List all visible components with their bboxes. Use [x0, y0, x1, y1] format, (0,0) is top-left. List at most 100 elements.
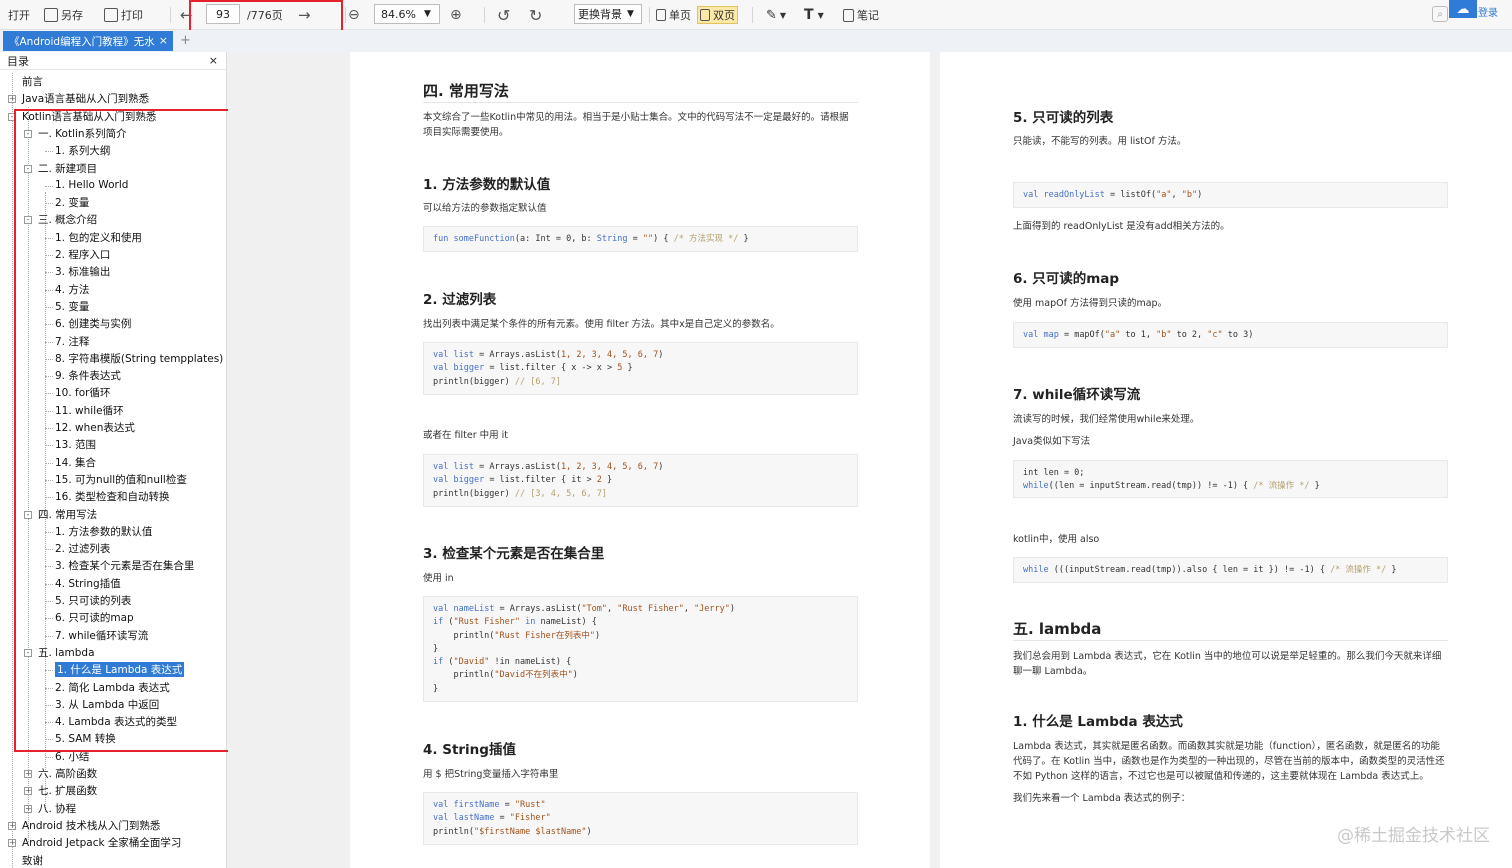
chevron-down-icon: ▼: [627, 9, 634, 19]
single-page-button[interactable]: 单页: [656, 6, 691, 24]
close-sidebar-icon[interactable]: ×: [209, 54, 218, 67]
toc-item-label: 七. 扩展函数: [38, 785, 98, 798]
divider: [1013, 640, 1448, 641]
note-icon: [843, 8, 854, 22]
toc-item[interactable]: 前言: [22, 73, 43, 90]
paragraph: 上面得到的 readOnlyList 是没有add相关方法的。: [1013, 221, 1230, 232]
paragraph: 使用 in: [423, 573, 454, 584]
expand-icon[interactable]: +: [8, 821, 16, 830]
tab-bar: 《Android编程入门教程》无水 × +: [0, 30, 1512, 52]
rotate-right-icon[interactable]: ↻: [529, 6, 542, 25]
divider: [170, 7, 171, 23]
paragraph: Lambda 表达式，其实就是匿名函数。而函数其实就是功能（function），…: [1013, 741, 1445, 782]
paragraph: kotlin中，使用 also: [1013, 534, 1100, 545]
document-page-left: 四. 常用写法 本文综合了一些Kotlin中常见的用法。相当于是小贴士集合。文中…: [350, 52, 930, 868]
code-block: val map = mapOf("a" to 1, "b" to 2, "c" …: [1013, 322, 1448, 348]
toc-item-label: 致谢: [22, 854, 43, 867]
paragraph: 流读写的时候，我们经常使用while来处理。: [1013, 414, 1200, 425]
paragraph: 只能读，不能写的列表。用 listOf 方法。: [1013, 136, 1187, 147]
subsection-heading: 6. 只可读的map: [1013, 271, 1120, 287]
code-block: fun someFunction(a: Int = 0, b: String =…: [423, 226, 858, 252]
code-block: while (((inputStream.read(tmp)).also { l…: [1013, 557, 1448, 583]
save-as-button[interactable]: 另存: [44, 6, 83, 24]
tree-connector: [45, 756, 53, 758]
subsection-heading: 1. 什么是 Lambda 表达式: [1013, 714, 1183, 730]
watermark: @稀土掘金技术社区: [1337, 826, 1490, 846]
toc-item-label: Android 技术栈从入门到熟悉: [22, 819, 161, 832]
toc-item[interactable]: Android 技术栈从入门到熟悉: [22, 817, 160, 834]
section-heading: 四. 常用写法: [423, 82, 509, 100]
divider: [484, 7, 485, 23]
open-button[interactable]: 打开: [8, 6, 30, 24]
annotation-highlight-box: [14, 109, 241, 752]
document-page-right: 5. 只可读的列表 只能读，不能写的列表。用 listOf 方法。 val re…: [940, 52, 1512, 868]
rotate-left-icon[interactable]: ↺: [497, 6, 510, 25]
divider: [649, 7, 650, 23]
expand-icon[interactable]: +: [24, 770, 32, 778]
paragraph: 可以给方法的参数指定默认值: [423, 203, 547, 214]
expand-icon[interactable]: +: [8, 95, 16, 104]
document-tab[interactable]: 《Android编程入门教程》无水 ×: [3, 31, 173, 51]
toc-item[interactable]: 致谢: [22, 852, 43, 868]
subsection-heading: 5. 只可读的列表: [1013, 110, 1114, 126]
zoom-select[interactable]: 84.6% ▼: [374, 4, 440, 24]
add-tab-icon[interactable]: +: [180, 33, 191, 48]
double-page-button[interactable]: 双页: [697, 6, 738, 24]
notes-button[interactable]: 笔记: [843, 6, 879, 24]
divider: [345, 7, 346, 23]
code-block: int len = 0; while((len = inputStream.re…: [1013, 460, 1448, 498]
paragraph: 或者在 filter 中用 it: [423, 430, 509, 441]
paragraph: Java类似如下写法: [1013, 436, 1091, 447]
sidebar-header: 目录 ×: [0, 52, 226, 70]
toc-item-label: Android Jetpack 全家桶全面学习: [22, 837, 182, 850]
login-link[interactable]: 登录: [1478, 2, 1498, 20]
code-block: val list = Arrays.asList(1, 2, 3, 4, 5, …: [423, 454, 858, 507]
paragraph: 使用 mapOf 方法得到只读的map。: [1013, 298, 1168, 309]
print-icon: [104, 8, 118, 22]
save-icon: [44, 8, 58, 22]
toc-item-label: Java语言基础从入门到熟悉: [22, 93, 150, 106]
highlighter-icon[interactable]: ✎ ▼: [766, 6, 786, 24]
toc-item[interactable]: 六. 高阶函数: [38, 765, 97, 782]
toc-item-label: 八. 协程: [38, 802, 77, 815]
section-heading: 五. lambda: [1013, 620, 1102, 638]
subsection-heading: 3. 检查某个元素是否在集合里: [423, 546, 605, 562]
toolbar: 打开 另存 打印 ← 93 /776页 → ⊖ 84.6% ▼ ⊕ ↺ ↻ 更换背…: [0, 0, 1512, 38]
chevron-down-icon: ▼: [423, 9, 431, 19]
cloud-icon[interactable]: ☁: [1449, 0, 1477, 18]
expand-icon[interactable]: +: [8, 839, 16, 848]
subsection-heading: 4. String插值: [423, 742, 516, 758]
toc-item[interactable]: Java语言基础从入门到熟悉: [22, 90, 149, 107]
subsection-heading: 2. 过滤列表: [423, 292, 497, 308]
subsection-heading: 1. 方法参数的默认值: [423, 177, 551, 193]
zoom-in-icon[interactable]: ⊕: [450, 6, 462, 24]
viewer-background: [228, 52, 350, 868]
paragraph: 找出列表中满足某个条件的所有元素。使用 filter 方法。其中x是自己定义的参…: [423, 319, 780, 330]
double-page-icon: [700, 9, 710, 21]
toc-item[interactable]: Android Jetpack 全家桶全面学习: [22, 834, 181, 851]
toc-item[interactable]: 八. 协程: [38, 800, 76, 817]
tree-connector: [12, 73, 13, 868]
divider: [752, 7, 753, 23]
chevron-down-icon: ▼: [779, 10, 787, 20]
expand-icon[interactable]: +: [24, 804, 32, 813]
toc-item[interactable]: 七. 扩展函数: [38, 782, 97, 799]
code-block: val list = Arrays.asList(1, 2, 3, 4, 5, …: [423, 342, 858, 395]
code-block: val firstName = "Rust" val lastName = "F…: [423, 792, 858, 845]
chevron-down-icon: ▼: [817, 10, 824, 20]
close-tab-icon[interactable]: ×: [159, 34, 168, 47]
text-tool-icon[interactable]: T ▼: [804, 6, 824, 24]
single-page-icon: [656, 9, 666, 21]
zoom-out-icon[interactable]: ⊖: [348, 6, 360, 24]
code-block: val readOnlyList = listOf("a", "b"): [1013, 182, 1448, 208]
subsection-heading: 7. while循环读写流: [1013, 387, 1141, 403]
background-select[interactable]: 更换背景 ▼: [574, 4, 642, 24]
code-block: val nameList = Arrays.asList("Tom", "Rus…: [423, 596, 858, 702]
toc-item-label: 前言: [22, 76, 43, 88]
toc-item-label: 六. 高阶函数: [38, 768, 98, 780]
paragraph: 我们先来看一个 Lambda 表达式的例子：: [1013, 793, 1191, 804]
print-button[interactable]: 打印: [104, 6, 143, 24]
paragraph: 我们总会用到 Lambda 表达式，它在 Kotlin 当中的地位可以说是举足轻…: [1013, 651, 1442, 677]
search-icon[interactable]: ⌕: [1432, 6, 1448, 22]
expand-icon[interactable]: +: [24, 787, 32, 796]
